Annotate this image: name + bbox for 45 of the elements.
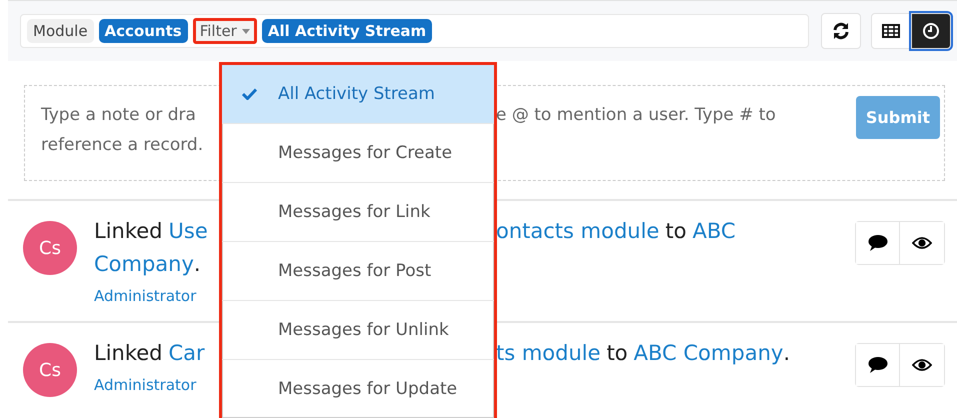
filter-tag[interactable]: All Activity Stream [262, 19, 432, 43]
menu-item[interactable]: Messages for Unlink [222, 300, 494, 359]
menu-item[interactable]: All Activity Stream [222, 65, 494, 123]
filter-dropdown-button[interactable]: Filter [192, 18, 257, 44]
placeholder-text: e @ to mention a user. Type # to [496, 104, 776, 127]
link[interactable]: ABC [692, 215, 736, 248]
menu-item[interactable]: Messages for Link [222, 182, 494, 241]
link[interactable]: ABC Company [634, 337, 784, 370]
comment-button[interactable] [856, 222, 900, 264]
comment-button[interactable] [856, 344, 900, 386]
menu-item[interactable]: Messages for Update [222, 359, 494, 418]
checkmark-icon [242, 88, 257, 100]
menu-item[interactable]: Messages for Post [222, 241, 494, 300]
speech-bubble-icon [868, 356, 888, 374]
placeholder-text: reference a record. [41, 134, 204, 157]
avatar: Cs [23, 343, 77, 397]
caret-icon [242, 28, 250, 34]
menu-item[interactable]: Messages for Create [222, 123, 494, 182]
link[interactable]: Administrator [94, 370, 196, 400]
post-text: . [194, 251, 201, 278]
clock-icon [922, 22, 940, 40]
link[interactable]: Administrator [94, 281, 196, 311]
speech-bubble-icon [868, 234, 888, 252]
post-text: Linked [94, 340, 163, 367]
module-tag[interactable]: Accounts [98, 19, 188, 43]
refresh-icon [832, 22, 850, 40]
eye-icon [912, 358, 932, 372]
link[interactable]: Use [168, 215, 208, 248]
submit-button[interactable]: Submit [856, 96, 940, 139]
link[interactable]: ts module [496, 337, 601, 370]
link[interactable]: Car [168, 337, 205, 370]
post-text: to [665, 218, 686, 245]
table-icon [882, 24, 900, 38]
post-text: to [606, 340, 628, 367]
link[interactable]: Company [94, 248, 194, 281]
module-label: Module [27, 19, 94, 43]
post-text: . [783, 340, 790, 367]
table-view-button[interactable] [871, 13, 911, 49]
activity-view-button[interactable] [911, 13, 951, 49]
placeholder-text: Type a note or dra [41, 104, 197, 127]
avatar: Cs [23, 221, 77, 275]
eye-icon [912, 236, 932, 250]
post-text: Linked [94, 218, 163, 245]
refresh-button[interactable] [821, 13, 861, 49]
link[interactable]: ontacts module [496, 215, 660, 248]
